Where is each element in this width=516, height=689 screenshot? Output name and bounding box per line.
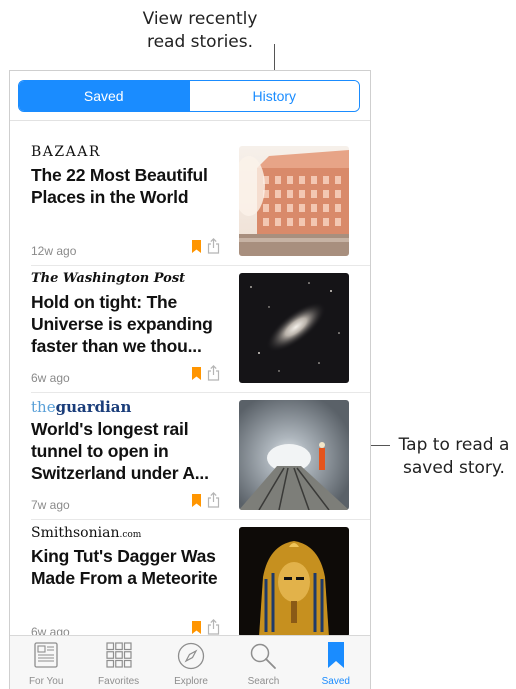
story-thumbnail-tunnel[interactable] [239, 400, 349, 510]
phone-screen: Saved History BAZAAR The 22 Most Beautif… [9, 70, 371, 689]
story-source-suffix: .com [119, 530, 142, 540]
tab-search[interactable]: Search [227, 636, 299, 689]
story-row[interactable]: BAZAAR The 22 Most Beautiful Places in t… [10, 144, 370, 270]
callout-history: View recently read stories. [120, 8, 280, 54]
callout-saved-line1: Tap to read a [398, 435, 510, 455]
story-age: 12w ago [31, 244, 77, 258]
bookmark-icon[interactable] [192, 494, 201, 507]
story-source-logo: The Washington Post [31, 271, 186, 286]
search-icon [251, 643, 277, 669]
story-source-name: Smithsonian [31, 525, 120, 541]
story-thumbnail-tutankhamun[interactable] [239, 527, 349, 637]
story-row[interactable]: The Washington Post Hold on tight: The U… [10, 271, 370, 397]
story-headline[interactable]: The 22 Most Beautiful Places in the Worl… [31, 164, 231, 208]
share-icon[interactable] [207, 365, 220, 381]
tab-explore[interactable]: Explore [155, 636, 227, 689]
callout-history-line2: read stories. [146, 32, 254, 52]
compass-icon [177, 642, 205, 670]
story-age: 6w ago [31, 371, 70, 385]
share-icon[interactable] [207, 492, 220, 508]
story-thumbnail-palace[interactable] [239, 146, 349, 256]
bookmark-icon[interactable] [192, 621, 201, 634]
story-source-prefix: the [31, 398, 56, 416]
story-source-logo: theguardian [31, 398, 131, 420]
story-row[interactable]: theguardian World's longest rail tunnel … [10, 398, 370, 524]
story-row[interactable]: Smithsonian.com King Tut's Dagger Was Ma… [10, 525, 370, 651]
tab-for-you[interactable]: For You [10, 636, 82, 689]
tab-favorites[interactable]: Favorites [82, 636, 154, 689]
tab-label: Explore [174, 676, 208, 687]
divider [10, 120, 370, 121]
tab-saved[interactable]: Saved [300, 636, 370, 689]
tab-label: Saved [321, 676, 350, 687]
story-headline[interactable]: World's longest rail tunnel to open in S… [31, 418, 231, 484]
favorites-grid-icon [106, 642, 132, 668]
bookmark-icon [327, 642, 344, 668]
saved-history-segmented-control: Saved History [18, 80, 360, 112]
story-source-logo: Smithsonian.com [31, 525, 141, 547]
tab-label: Search [247, 676, 280, 687]
story-source-name: guardian [55, 398, 132, 416]
for-you-icon [34, 642, 58, 668]
share-icon[interactable] [207, 619, 220, 635]
tab-label: For You [28, 676, 64, 687]
segment-history[interactable]: History [188, 81, 359, 111]
bookmark-icon[interactable] [192, 240, 201, 253]
story-thumbnail-galaxy[interactable] [239, 273, 349, 383]
tab-label: Favorites [98, 676, 140, 687]
story-age: 7w ago [31, 498, 70, 512]
segment-saved[interactable]: Saved [19, 81, 189, 111]
story-headline[interactable]: King Tut's Dagger Was Made From a Meteor… [31, 545, 231, 589]
story-source-logo: BAZAAR [31, 144, 101, 160]
bookmark-icon[interactable] [192, 367, 201, 380]
callout-saved-line2: saved story. [403, 458, 505, 478]
divider [31, 265, 370, 266]
tab-bar: For You Favorites Explore Search Saved [10, 635, 370, 689]
divider [31, 519, 370, 520]
story-headline[interactable]: Hold on tight: The Universe is expanding… [31, 291, 231, 357]
divider [31, 392, 370, 393]
share-icon[interactable] [207, 238, 220, 254]
callout-saved-story: Tap to read a saved story. [393, 434, 515, 480]
callout-history-line1: View recently [142, 9, 258, 29]
